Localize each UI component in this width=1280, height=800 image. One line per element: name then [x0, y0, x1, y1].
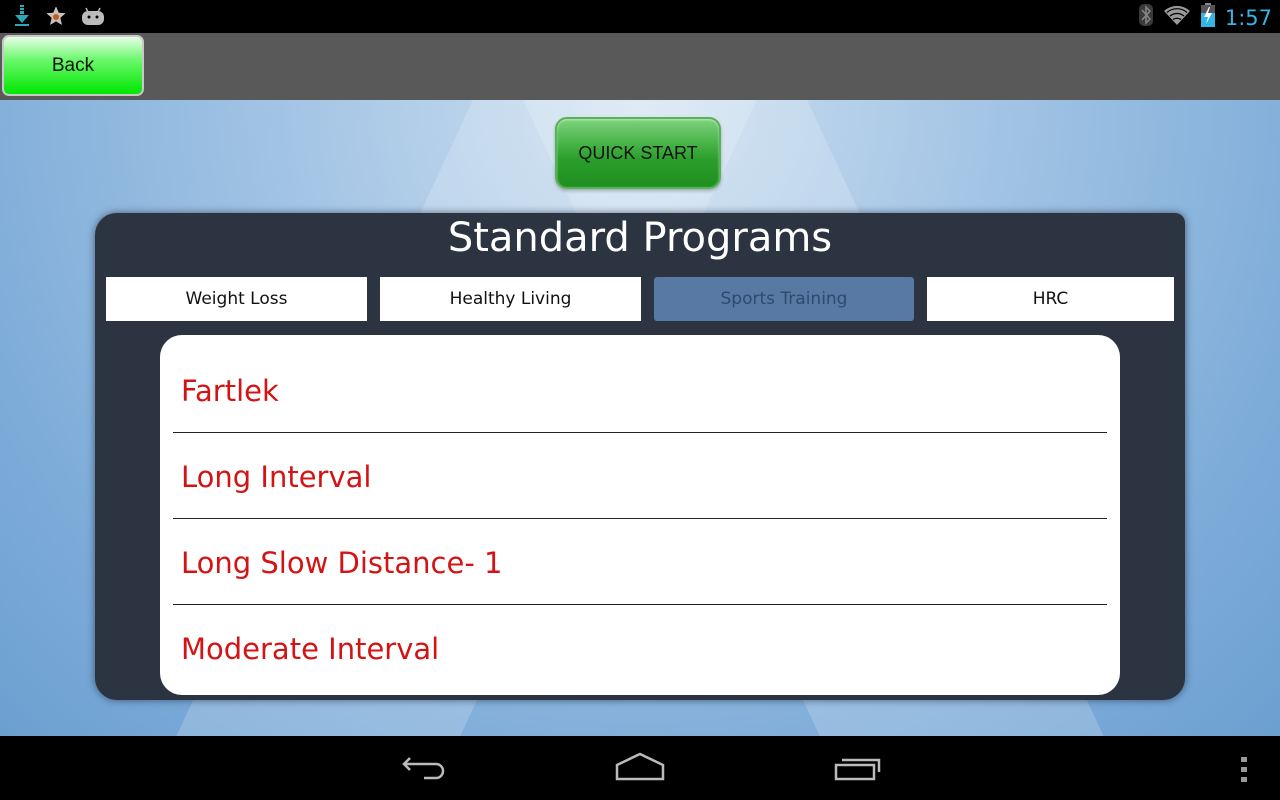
program-label: Long Slow Distance- 1 — [181, 546, 503, 580]
program-label: Long Interval — [181, 460, 372, 494]
overflow-menu-icon[interactable] — [1238, 750, 1252, 795]
recent-apps-icon[interactable] — [834, 750, 882, 795]
back-icon[interactable] — [400, 750, 448, 795]
action-bar: Back — [0, 33, 1280, 100]
status-bar: 1:57 — [0, 0, 1280, 33]
back-button[interactable]: Back — [2, 35, 144, 96]
divider — [173, 432, 1107, 433]
programs-panel: Standard Programs Weight Loss Healthy Li… — [95, 213, 1185, 700]
android-icon — [80, 6, 106, 31]
main-content: QUICK START Standard Programs Weight Los… — [0, 100, 1280, 736]
divider — [173, 604, 1107, 605]
list-item-long-slow-distance-1[interactable]: Long Slow Distance- 1 — [173, 520, 1107, 606]
system-icons: 1:57 — [1138, 3, 1272, 32]
program-label: Fartlek — [181, 374, 279, 408]
program-list: Fartlek Long Interval Long Slow Distance… — [160, 335, 1120, 695]
program-label: Moderate Interval — [181, 632, 440, 666]
list-item-fartlek[interactable]: Fartlek — [173, 348, 1107, 434]
wifi-icon — [1163, 4, 1191, 31]
tab-weight-loss[interactable]: Weight Loss — [106, 277, 367, 321]
quick-start-button[interactable]: QUICK START — [555, 117, 721, 189]
list-item-long-interval[interactable]: Long Interval — [173, 434, 1107, 520]
divider — [173, 518, 1107, 519]
tab-sports-training[interactable]: Sports Training — [654, 277, 914, 321]
home-icon[interactable] — [614, 750, 666, 795]
battery-charging-icon — [1200, 3, 1215, 32]
clock: 1:57 — [1224, 5, 1272, 30]
panel-title: Standard Programs — [447, 215, 833, 261]
tab-healthy-living[interactable]: Healthy Living — [380, 277, 641, 321]
list-item-moderate-interval[interactable]: Moderate Interval — [173, 606, 1107, 692]
star-icon — [46, 6, 66, 31]
bluetooth-icon — [1138, 4, 1153, 31]
download-icon — [12, 5, 32, 32]
tab-hrc[interactable]: HRC — [927, 277, 1174, 321]
notification-icons — [12, 5, 106, 32]
navigation-bar — [0, 736, 1280, 800]
